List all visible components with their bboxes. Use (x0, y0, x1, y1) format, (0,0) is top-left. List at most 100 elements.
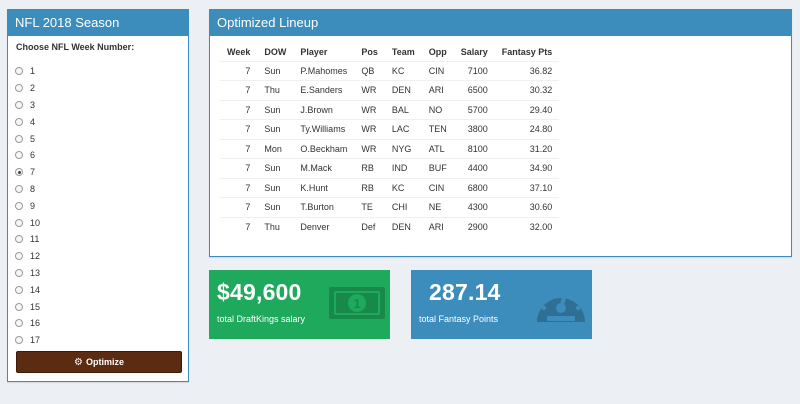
radio-button[interactable] (15, 134, 23, 143)
radio-button[interactable] (15, 302, 23, 311)
column-header: Fantasy Pts (501, 46, 553, 57)
week-option-5[interactable]: 5 (15, 130, 40, 147)
table-cell: 24.80 (494, 119, 560, 139)
week-option-17[interactable]: 17 (15, 332, 40, 349)
points-value-box: 287.14 total Fantasy Points (411, 270, 592, 339)
column-header: Week (227, 46, 251, 57)
table-cell: Sun (257, 99, 294, 120)
week-option-1[interactable]: 1 (15, 63, 40, 80)
table-cell: Def (354, 216, 385, 237)
week-option-10[interactable]: 10 (15, 214, 40, 231)
week-option-16[interactable]: 16 (15, 315, 40, 332)
points-total-label: total Fantasy Points (419, 314, 499, 324)
radio-button[interactable] (15, 168, 23, 177)
table-cell: NE (421, 197, 454, 217)
table-cell: P.Mahomes (293, 60, 355, 81)
table-cell: Denver (293, 216, 355, 237)
radio-button[interactable] (15, 285, 23, 294)
week-option-7[interactable]: 7 (15, 164, 40, 181)
week-option-4[interactable]: 4 (15, 113, 40, 130)
table-header-row: Week DOW Player Pos Team Opp Salary Fantasy Pts (220, 43, 559, 61)
radio-button[interactable] (15, 268, 23, 277)
radio-button[interactable] (15, 117, 23, 126)
salary-total-value: $49,600 (217, 279, 302, 305)
radio-button[interactable] (15, 319, 23, 328)
table-cell: 7 (220, 99, 258, 120)
table-cell: Ty.Williams (293, 119, 355, 139)
radio-button[interactable] (15, 84, 23, 93)
table-row: 7 Sun P.Mahomes QB KC CIN 7100 36.82 (220, 60, 560, 81)
table-cell: Mon (257, 138, 294, 159)
table-cell: CHI (384, 197, 422, 217)
table-cell: Sun (257, 158, 294, 178)
table-cell: 7 (220, 216, 258, 237)
table-cell: 5700 (453, 99, 495, 120)
table-cell: BUF (421, 158, 454, 178)
week-option-15[interactable]: 15 (15, 298, 40, 315)
table-cell: M.Mack (293, 158, 355, 178)
radio-button[interactable] (15, 184, 23, 193)
table-row: 7 Sun T.Burton TE CHI NE 4300 30.60 (220, 197, 560, 217)
week-option-6[interactable]: 6 (15, 147, 40, 164)
table-cell: 31.20 (494, 138, 560, 159)
table-cell: 4400 (453, 158, 495, 178)
table-cell: CIN (421, 60, 454, 81)
radio-button[interactable] (15, 218, 23, 227)
column-header: Opp (428, 46, 447, 57)
table-cell: 7 (220, 177, 258, 198)
table-cell: O.Beckham (293, 138, 355, 159)
week-prompt-label: Choose NFL Week Number: (16, 42, 135, 52)
week-option-8[interactable]: 8 (15, 181, 40, 198)
panel-title: NFL 2018 Season (8, 9, 188, 36)
week-option-9[interactable]: 9 (15, 197, 40, 214)
table-cell: 6800 (453, 177, 495, 198)
table-cell: KC (384, 60, 422, 81)
week-option-3[interactable]: 3 (15, 97, 40, 114)
table-cell: 7 (220, 138, 258, 159)
table-cell: 6500 (453, 80, 495, 100)
table-cell: NYG (384, 138, 422, 159)
week-option-2[interactable]: 2 (15, 80, 40, 97)
table-cell: K.Hunt (293, 177, 355, 198)
week-option-12[interactable]: 12 (15, 248, 40, 265)
table-cell: 7 (220, 158, 258, 178)
table-cell: Sun (257, 197, 294, 217)
table-cell: WR (354, 138, 385, 159)
radio-button[interactable] (15, 235, 23, 244)
table-cell: 7 (220, 197, 258, 217)
radio-button[interactable] (15, 67, 23, 76)
table-cell: LAC (384, 119, 422, 139)
radio-button[interactable] (15, 336, 23, 345)
week-option-label: 17 (30, 335, 41, 346)
table-cell: IND (384, 158, 422, 178)
money-bill-icon: 1 (329, 287, 385, 319)
gear-icon: ⚙ (74, 356, 83, 368)
table-row: 7 Sun J.Brown WR BAL NO 5700 29.40 (220, 99, 560, 120)
radio-button[interactable] (15, 252, 23, 261)
week-option-14[interactable]: 14 (15, 281, 40, 298)
table-cell: DEN (384, 80, 422, 100)
week-option-label: 13 (30, 267, 41, 278)
table-cell: Thu (257, 80, 294, 100)
radio-button[interactable] (15, 201, 23, 210)
week-option-label: 5 (30, 133, 36, 144)
table-cell: 32.00 (494, 216, 560, 237)
table-cell: 7100 (453, 60, 495, 81)
week-option-11[interactable]: 11 (15, 231, 40, 248)
table-row: 7 Sun K.Hunt RB KC CIN 6800 37.10 (220, 177, 560, 198)
week-option-label: 14 (30, 284, 41, 295)
lineup-table: Week DOW Player Pos Team Opp Salary Fantasy Pts… (220, 43, 560, 237)
week-option-label: 6 (30, 150, 36, 161)
table-cell: Thu (257, 216, 294, 237)
table-cell: TE (354, 197, 385, 217)
optimize-button[interactable]: ⚙ Optimize (16, 351, 182, 373)
table-cell: ARI (421, 216, 454, 237)
radio-button[interactable] (15, 100, 23, 109)
table-cell: 3800 (453, 119, 495, 139)
week-option-label: 7 (30, 167, 36, 178)
radio-button[interactable] (15, 151, 23, 160)
column-header: DOW (264, 46, 287, 57)
week-option-13[interactable]: 13 (15, 265, 40, 282)
table-cell: ATL (421, 138, 454, 159)
table-cell: 7 (220, 60, 258, 81)
